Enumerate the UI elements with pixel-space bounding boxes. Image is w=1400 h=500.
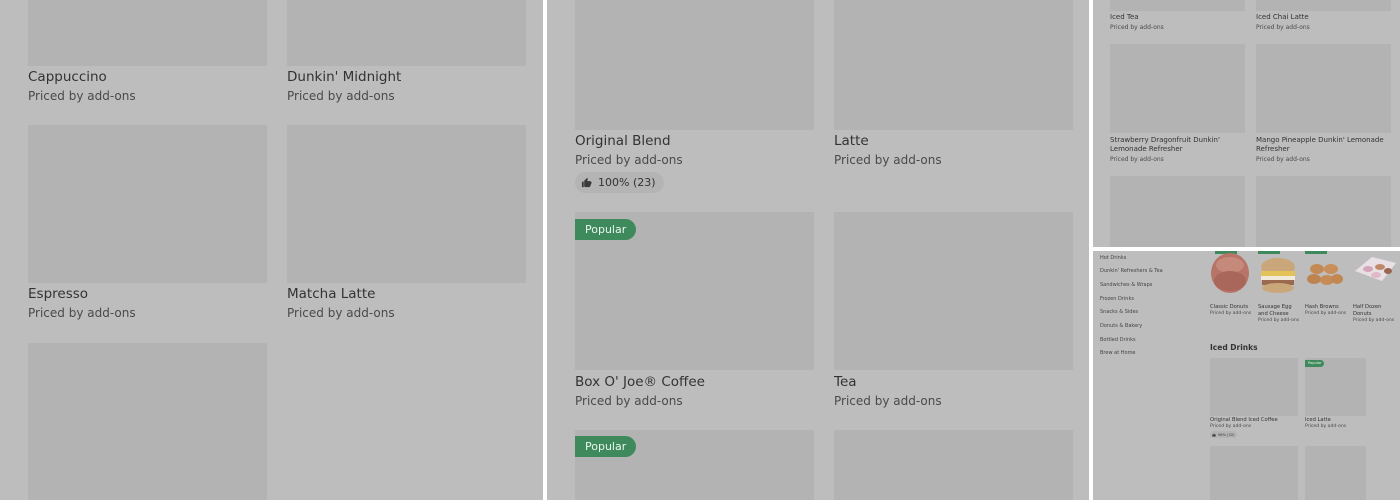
item-price-strawberry-dragonfruit: Priced by add-ons [1110,156,1164,163]
sidebar-item-frozen-drinks[interactable]: Frozen Drinks [1100,296,1134,302]
item-name-cappuccino[interactable]: Cappuccino [28,69,107,85]
menu-panel-coffee: Original Blend Priced by add-ons 100% (2… [547,0,1089,500]
menu-panel-refreshers: Iced Tea Priced by add-ons Iced Chai Lat… [1093,0,1400,247]
popular-badge: Popular [1305,360,1325,367]
rating-badge: 96% (32) [1210,431,1237,438]
item-price-latte: Priced by add-ons [834,153,942,167]
item-image-next-left[interactable] [1210,446,1298,500]
item-price-sausage-egg-cheese: Priced by add-ons [1258,318,1300,323]
item-price-espresso: Priced by add-ons [28,306,136,320]
item-name-box-o-joe[interactable]: Box O' Joe® Coffee [575,374,705,390]
item-image-next-left[interactable] [1110,176,1245,247]
item-image-tea[interactable] [834,212,1073,370]
item-image-espresso[interactable] [28,125,267,283]
item-image-iced-chai-latte[interactable] [1256,0,1391,11]
item-name-original-blend-iced[interactable]: Original Blend Iced Coffee [1210,417,1278,424]
item-image-hash-browns[interactable] [1305,251,1345,299]
popular-badge-2: Popular [575,436,637,457]
menu-panel-hot-drinks: Cappuccino Priced by add-ons Dunkin' Mid… [0,0,543,500]
item-image-next[interactable] [28,343,267,500]
item-image-sausage-egg-cheese[interactable] [1258,251,1298,299]
menu-overview-panel: Hot Drinks Dunkin' Refreshers & Tea Sand… [1093,251,1400,500]
item-price-iced-chai-latte: Priced by add-ons [1256,24,1310,31]
item-image-next-right[interactable] [834,430,1073,500]
item-name-matcha-latte[interactable]: Matcha Latte [287,286,375,302]
item-name-tea[interactable]: Tea [834,374,857,390]
item-name-hash-browns[interactable]: Hash Browns [1305,304,1339,311]
item-image-strawberry-dragonfruit[interactable] [1110,44,1245,133]
item-name-mango-pineapple[interactable]: Mango Pineapple Dunkin' Lemonade Refresh… [1256,136,1394,154]
thumbs-up-icon [1212,432,1216,437]
item-price-half-dozen-donuts: Priced by add-ons [1353,318,1395,323]
item-image-original-blend[interactable] [575,0,814,130]
section-title-iced-drinks: Iced Drinks [1210,343,1258,352]
sidebar-item-bottled-drinks[interactable]: Bottled Drinks [1100,337,1136,343]
item-name-sausage-egg-cheese[interactable]: Sausage Egg and Cheese [1258,304,1296,317]
item-name-espresso[interactable]: Espresso [28,286,88,302]
donut-box-icon [1352,251,1400,299]
item-price-classic-donuts: Priced by add-ons [1210,311,1252,316]
item-name-strawberry-dragonfruit[interactable]: Strawberry Dragonfruit Dunkin' Lemonade … [1110,136,1240,154]
sidebar-item-snacks-sides[interactable]: Snacks & Sides [1100,309,1138,315]
rating-text: 100% (23) [598,176,656,189]
item-price-mango-pineapple: Priced by add-ons [1256,156,1310,163]
popular-badge: Popular [575,219,637,240]
item-image-original-blend-iced[interactable] [1210,358,1298,416]
item-image-next-right[interactable] [1256,176,1391,247]
item-name-iced-latte[interactable]: Iced Latte [1305,417,1331,424]
item-price-iced-latte: Priced by add-ons [1305,424,1347,429]
item-name-classic-donuts[interactable]: Classic Donuts [1210,304,1248,311]
item-price-hash-browns: Priced by add-ons [1305,311,1347,316]
item-name-dunkin-midnight[interactable]: Dunkin' Midnight [287,69,401,85]
item-name-original-blend[interactable]: Original Blend [575,133,671,149]
item-price-matcha-latte: Priced by add-ons [287,306,395,320]
sandwich-icon [1258,251,1298,299]
item-name-half-dozen-donuts[interactable]: Half Dozen Donuts [1353,304,1393,317]
item-price-tea: Priced by add-ons [834,394,942,408]
item-price-box-o-joe: Priced by add-ons [575,394,683,408]
rating-badge: 100% (23) [575,172,664,193]
thumbs-up-icon [581,177,592,188]
item-image-dunkin-midnight[interactable] [287,0,526,66]
item-image-classic-donuts[interactable] [1210,251,1251,299]
item-price-dunkin-midnight: Priced by add-ons [287,89,395,103]
hash-browns-icon [1305,251,1345,299]
item-price-iced-tea: Priced by add-ons [1110,24,1164,31]
item-price-original-blend-iced: Priced by add-ons [1210,424,1252,429]
sidebar-item-refreshers-tea[interactable]: Dunkin' Refreshers & Tea [1100,268,1163,274]
item-name-iced-chai-latte[interactable]: Iced Chai Latte [1256,13,1309,22]
item-image-latte[interactable] [834,0,1073,130]
donut-stack-icon [1210,251,1251,299]
item-price-original-blend: Priced by add-ons [575,153,683,167]
item-image-matcha-latte[interactable] [287,125,526,283]
sidebar-item-donuts-bakery[interactable]: Donuts & Bakery [1100,323,1142,329]
item-image-half-dozen-donuts[interactable] [1352,251,1400,299]
item-image-next-right[interactable] [1305,446,1366,500]
item-image-mango-pineapple[interactable] [1256,44,1391,133]
sidebar-item-brew-at-home[interactable]: Brew at Home [1100,350,1136,356]
item-price-cappuccino: Priced by add-ons [28,89,136,103]
item-image-cappuccino[interactable] [28,0,267,66]
sidebar-item-sandwiches-wraps[interactable]: Sandwiches & Wraps [1100,282,1152,288]
rating-text: 96% (32) [1218,432,1235,437]
item-image-iced-tea[interactable] [1110,0,1245,11]
sidebar-item-hot-drinks[interactable]: Hot Drinks [1100,255,1126,261]
item-name-latte[interactable]: Latte [834,133,869,149]
item-name-iced-tea[interactable]: Iced Tea [1110,13,1139,22]
